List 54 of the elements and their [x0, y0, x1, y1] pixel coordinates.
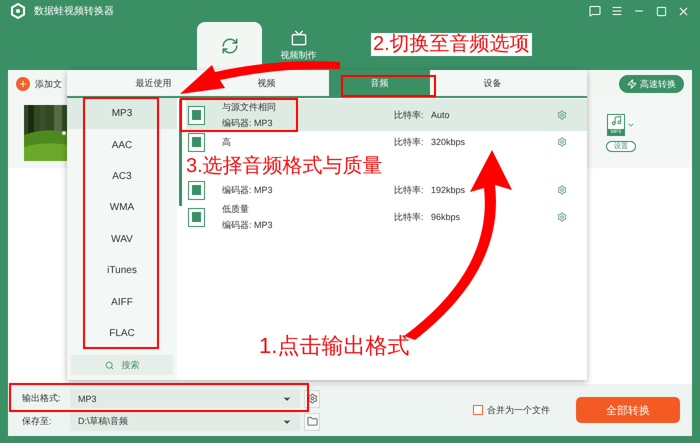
- output-format-label: 输出格式:: [21, 392, 62, 405]
- tv-icon: [290, 30, 308, 46]
- format-tab[interactable]: 设备: [484, 75, 502, 91]
- format-item[interactable]: FLAC: [67, 318, 177, 350]
- bitrate-label: 比特率:: [394, 210, 425, 224]
- format-item[interactable]: AC3: [67, 160, 177, 192]
- encoder-text: 编码器: MP3: [222, 116, 274, 130]
- annotation-text: 1.点击输出格式: [258, 333, 410, 358]
- format-item[interactable]: WMA: [67, 192, 177, 224]
- folder-icon[interactable]: [304, 412, 320, 430]
- annotation-text: 3.选择音频格式与质量: [186, 154, 383, 179]
- format-tab[interactable]: 视频: [258, 75, 276, 91]
- merge-checkbox[interactable]: 合并为一个文件: [473, 404, 550, 416]
- maximize-icon[interactable]: [654, 4, 668, 18]
- save-to-label: 保存至:: [21, 415, 53, 428]
- add-icon: [16, 77, 30, 91]
- logo-icon: [10, 3, 26, 19]
- window-title: 数据蛙视频转换器: [34, 4, 114, 18]
- preset-icon: [188, 132, 205, 152]
- menu-icon[interactable]: [610, 4, 624, 18]
- format-item[interactable]: AAC: [67, 129, 177, 161]
- preset-icon: [188, 180, 205, 200]
- bitrate-label: 比特率:: [394, 184, 425, 196]
- preset-icon: [188, 106, 205, 124]
- bitrate-value: Auto: [431, 110, 451, 120]
- lightning-icon: [627, 79, 637, 89]
- annotation-text: 2.切换至音频选项: [371, 33, 532, 56]
- nav-tab[interactable]: [197, 22, 262, 70]
- format-item[interactable]: AIFF: [67, 286, 177, 318]
- preset-name: 低质量: [222, 202, 250, 216]
- bitrate-value: 96kbps: [431, 212, 462, 222]
- preset-row[interactable]: 与源文件相同 编码器: MP3 比特率: Auto: [186, 99, 587, 131]
- encoder-text: 编码器: MP3: [222, 218, 274, 232]
- output-format-select[interactable]: MP3: [70, 389, 300, 408]
- preset-name: 与源文件相同: [222, 100, 277, 114]
- preset-name: 高: [222, 136, 232, 148]
- preset-icon: [188, 208, 205, 226]
- feedback-icon[interactable]: [588, 4, 602, 18]
- bitrate-label: 比特率:: [394, 108, 425, 122]
- format-item[interactable]: iTunes: [67, 254, 177, 286]
- format-item[interactable]: WAV: [67, 224, 177, 255]
- preset-row[interactable]: 高 比特率: 320kbps: [186, 131, 587, 153]
- format-item[interactable]: MP3: [67, 98, 177, 130]
- nav-tab[interactable]: 视频制作: [266, 30, 331, 62]
- bitrate-value: 192kbps: [431, 184, 466, 196]
- bitrate-label: 比特率:: [394, 136, 425, 148]
- format-tab[interactable]: 最近使用: [136, 75, 172, 91]
- save-path-field[interactable]: D:\草稿\音频: [70, 412, 300, 431]
- add-file-button[interactable]: 添加文: [16, 77, 62, 91]
- search-icon: [104, 360, 114, 370]
- fast-convert-button[interactable]: 高速转换: [619, 75, 684, 93]
- bitrate-value: 320kbps: [431, 136, 466, 148]
- encoder-text: 编码器: MP3: [222, 184, 274, 196]
- convert-icon: [220, 37, 238, 55]
